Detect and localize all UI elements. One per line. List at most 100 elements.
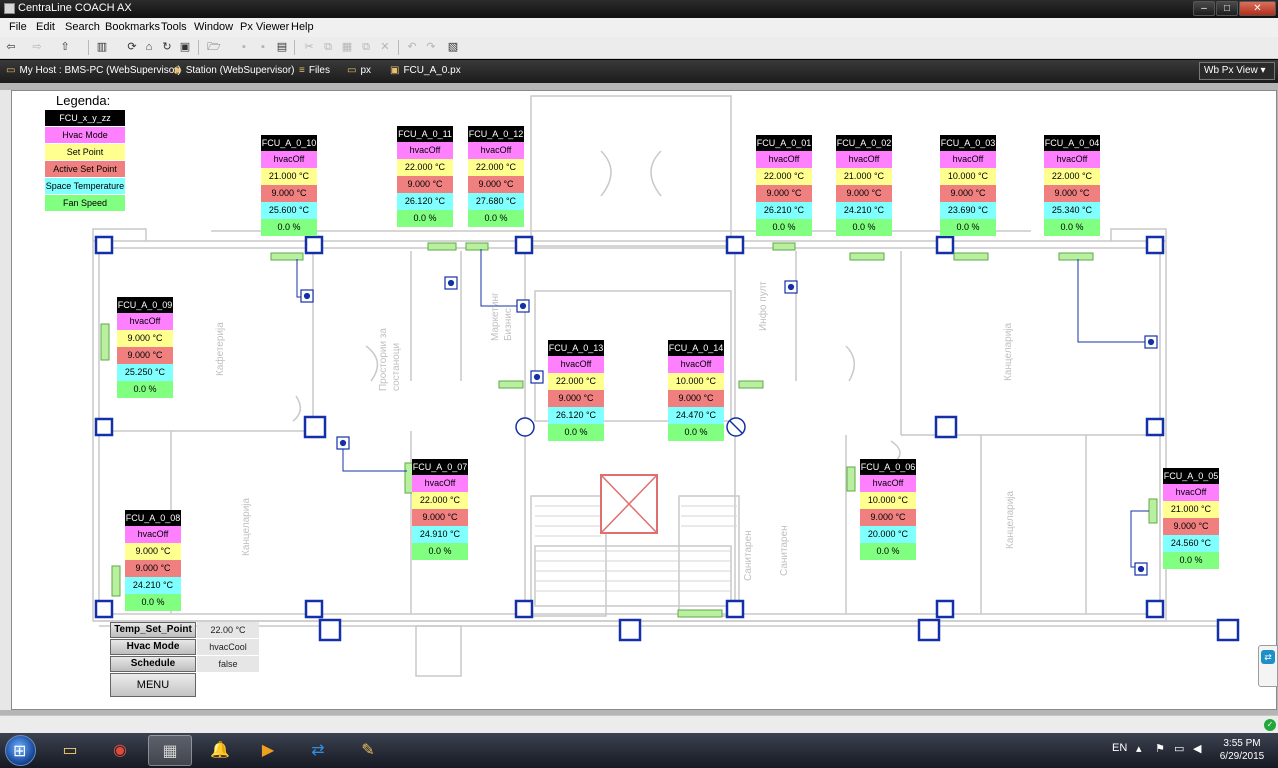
chrome-icon[interactable]: ◉	[98, 735, 142, 766]
fcu-space-temperature: 27.680 °C	[468, 193, 524, 210]
side-bar-icon[interactable]: ▥	[95, 40, 109, 54]
fcu-active-set-point: 9.000 °C	[125, 560, 181, 577]
fcu-a-0-09[interactable]: FCU_A_0_09 hvacOff 9.000 °C 9.000 °C 25.…	[117, 297, 173, 398]
tray-expand-icon[interactable]: ▴	[1136, 742, 1142, 755]
bell-icon[interactable]: 🔔	[198, 735, 242, 766]
fcu-a-0-02[interactable]: FCU_A_0_02 hvacOff 21.000 °C 9.000 °C 24…	[836, 135, 892, 236]
up-level-icon[interactable]: ⇧	[58, 40, 72, 54]
menu-file[interactable]: File	[9, 21, 27, 33]
minimize-button[interactable]: –	[1193, 1, 1215, 16]
teamviewer-icon: ⇄	[1261, 650, 1275, 664]
fcu-a-0-06[interactable]: FCU_A_0_06 hvacOff 10.000 °C 9.000 °C 20…	[860, 459, 916, 560]
menu-px-viewer[interactable]: Px Viewer	[240, 21, 289, 33]
edit-mode-icon[interactable]: ▧	[446, 40, 460, 54]
open-folder-icon[interactable]: 🗁	[207, 40, 221, 54]
paste-icon[interactable]: ▦	[340, 40, 354, 54]
fcu-a-0-01[interactable]: FCU_A_0_01 hvacOff 22.000 °C 9.000 °C 26…	[756, 135, 812, 236]
paint-icon[interactable]: ✎	[346, 735, 390, 766]
save-all-icon[interactable]: ▪	[256, 40, 270, 54]
fcu-a-0-10[interactable]: FCU_A_0_10 hvacOff 21.000 °C 9.000 °C 25…	[261, 135, 317, 236]
fcu-a-0-13[interactable]: FCU_A_0_13 hvacOff 22.000 °C 9.000 °C 26…	[548, 340, 604, 441]
fcu-set-point: 21.000 °C	[261, 168, 317, 185]
fcu-a-0-11[interactable]: FCU_A_0_11 hvacOff 22.000 °C 9.000 °C 26…	[397, 126, 453, 227]
menu-bookmarks[interactable]: Bookmarks	[105, 21, 160, 33]
delete-icon[interactable]: ✕	[378, 40, 392, 54]
duplicate-icon[interactable]: ⧉	[359, 40, 373, 54]
fcu-a-0-12[interactable]: FCU_A_0_12 hvacOff 22.000 °C 9.000 °C 27…	[468, 126, 524, 227]
view-selector[interactable]: Wb Px View ▾	[1199, 62, 1275, 80]
menu-edit[interactable]: Edit	[36, 21, 55, 33]
redo-icon[interactable]: ↷	[424, 40, 438, 54]
back-icon[interactable]: ⇦	[4, 40, 18, 54]
reload-icon[interactable]: ↻	[160, 40, 174, 54]
hvac-mode-value[interactable]: hvacCool	[197, 639, 259, 655]
refresh-icon[interactable]: ⟳	[125, 40, 139, 54]
side-widget[interactable]: ⇄	[1258, 645, 1278, 687]
breadcrumb-px[interactable]: ▭ px	[347, 65, 371, 76]
teamviewer-icon[interactable]: ⇄	[296, 735, 340, 766]
schedule-value[interactable]: false	[197, 656, 259, 672]
media-icon[interactable]: ▶	[246, 735, 290, 766]
fcu-active-set-point: 9.000 °C	[1163, 518, 1219, 535]
flag-icon[interactable]: ⚑	[1155, 742, 1165, 755]
breadcrumb-station[interactable]: ◉ Station (WebSupervisor)	[173, 65, 294, 76]
station-icon: ◉	[173, 65, 182, 76]
breadcrumb-file[interactable]: ▣ FCU_A_0.px	[390, 65, 461, 76]
forward-icon[interactable]: ⇨	[30, 40, 44, 54]
fcu-a-0-04[interactable]: FCU_A_0_04 hvacOff 22.000 °C 9.000 °C 25…	[1044, 135, 1100, 236]
volume-icon[interactable]: ◀	[1193, 742, 1201, 755]
save-icon[interactable]: ▪	[237, 40, 251, 54]
fcu-set-point: 21.000 °C	[1163, 501, 1219, 518]
network-icon[interactable]: ▭	[1174, 742, 1184, 755]
explorer-icon[interactable]: ▭	[48, 735, 92, 766]
fcu-hvac-mode: hvacOff	[548, 356, 604, 373]
fcu-space-temperature: 24.560 °C	[1163, 535, 1219, 552]
fcu-a-0-03[interactable]: FCU_A_0_03 hvacOff 10.000 °C 9.000 °C 23…	[940, 135, 996, 236]
fcu-fan-speed: 0.0 %	[412, 543, 468, 560]
fcu-space-temperature: 26.120 °C	[548, 407, 604, 424]
copy-icon[interactable]: ⧉	[321, 40, 335, 54]
undo-icon[interactable]: ↶	[405, 40, 419, 54]
fcu-hvac-mode: hvacOff	[668, 356, 724, 373]
breadcrumb-host[interactable]: ▭ My Host : BMS-PC (WebSupervisor)	[6, 65, 181, 76]
fcu-a-0-07[interactable]: FCU_A_0_07 hvacOff 22.000 °C 9.000 °C 24…	[412, 459, 468, 560]
maximize-button[interactable]: □	[1216, 1, 1238, 16]
niagara-icon[interactable]: ▦	[148, 735, 192, 766]
home-icon[interactable]: ⌂	[142, 40, 156, 54]
menu-search[interactable]: Search	[65, 21, 100, 33]
fcu-set-point: 10.000 °C	[860, 492, 916, 509]
fcu-fan-speed: 0.0 %	[261, 219, 317, 236]
fcu-hvac-mode: hvacOff	[1163, 484, 1219, 501]
fcu-a-0-05[interactable]: FCU_A_0_05 hvacOff 21.000 °C 9.000 °C 24…	[1163, 468, 1219, 569]
fcu-name: FCU_A_0_09	[117, 297, 173, 313]
fcu-a-0-08[interactable]: FCU_A_0_08 hvacOff 9.000 °C 9.000 °C 24.…	[125, 510, 181, 611]
fcu-a-0-14[interactable]: FCU_A_0_14 hvacOff 10.000 °C 9.000 °C 24…	[668, 340, 724, 441]
menu-button[interactable]: MENU	[110, 673, 196, 697]
svg-text:Канцеларија: Канцеларија	[1005, 490, 1016, 549]
toolbar-separator	[398, 40, 399, 55]
save-bog-icon[interactable]: ▤	[275, 40, 289, 54]
svg-text:Маркетинг: Маркетинг	[490, 292, 501, 341]
clock[interactable]: 3:55 PM 6/29/2015	[1212, 737, 1272, 763]
menu-help[interactable]: Help	[291, 21, 314, 33]
cut-icon[interactable]: ✂	[302, 40, 316, 54]
menu-tools[interactable]: Tools	[161, 21, 187, 33]
svg-text:Бизнис: Бизнис	[503, 308, 514, 341]
fcu-name: FCU_A_0_01	[756, 135, 812, 151]
fcu-hvac-mode: hvacOff	[468, 142, 524, 159]
fcu-fan-speed: 0.0 %	[1044, 219, 1100, 236]
temp-set-point-label: Temp_Set_Point	[110, 622, 196, 638]
menu-window[interactable]: Window	[194, 21, 233, 33]
start-button[interactable]: ⊞	[5, 735, 36, 766]
temp-set-point-value[interactable]: 22.00 °C	[197, 622, 259, 638]
fcu-set-point: 22.000 °C	[756, 168, 812, 185]
breadcrumb-host-label: My Host : BMS-PC (WebSupervisor)	[19, 65, 181, 76]
breadcrumb-files[interactable]: ≡ Files	[299, 65, 330, 76]
fcu-active-set-point: 9.000 °C	[548, 390, 604, 407]
close-button[interactable]: ✕	[1239, 1, 1276, 16]
side-bar-collapsed[interactable]	[0, 90, 11, 710]
fcu-fan-speed: 0.0 %	[1163, 552, 1219, 569]
fcu-fan-speed: 0.0 %	[117, 381, 173, 398]
console-icon[interactable]: ▣	[178, 40, 192, 54]
language-indicator[interactable]: EN	[1112, 742, 1127, 754]
